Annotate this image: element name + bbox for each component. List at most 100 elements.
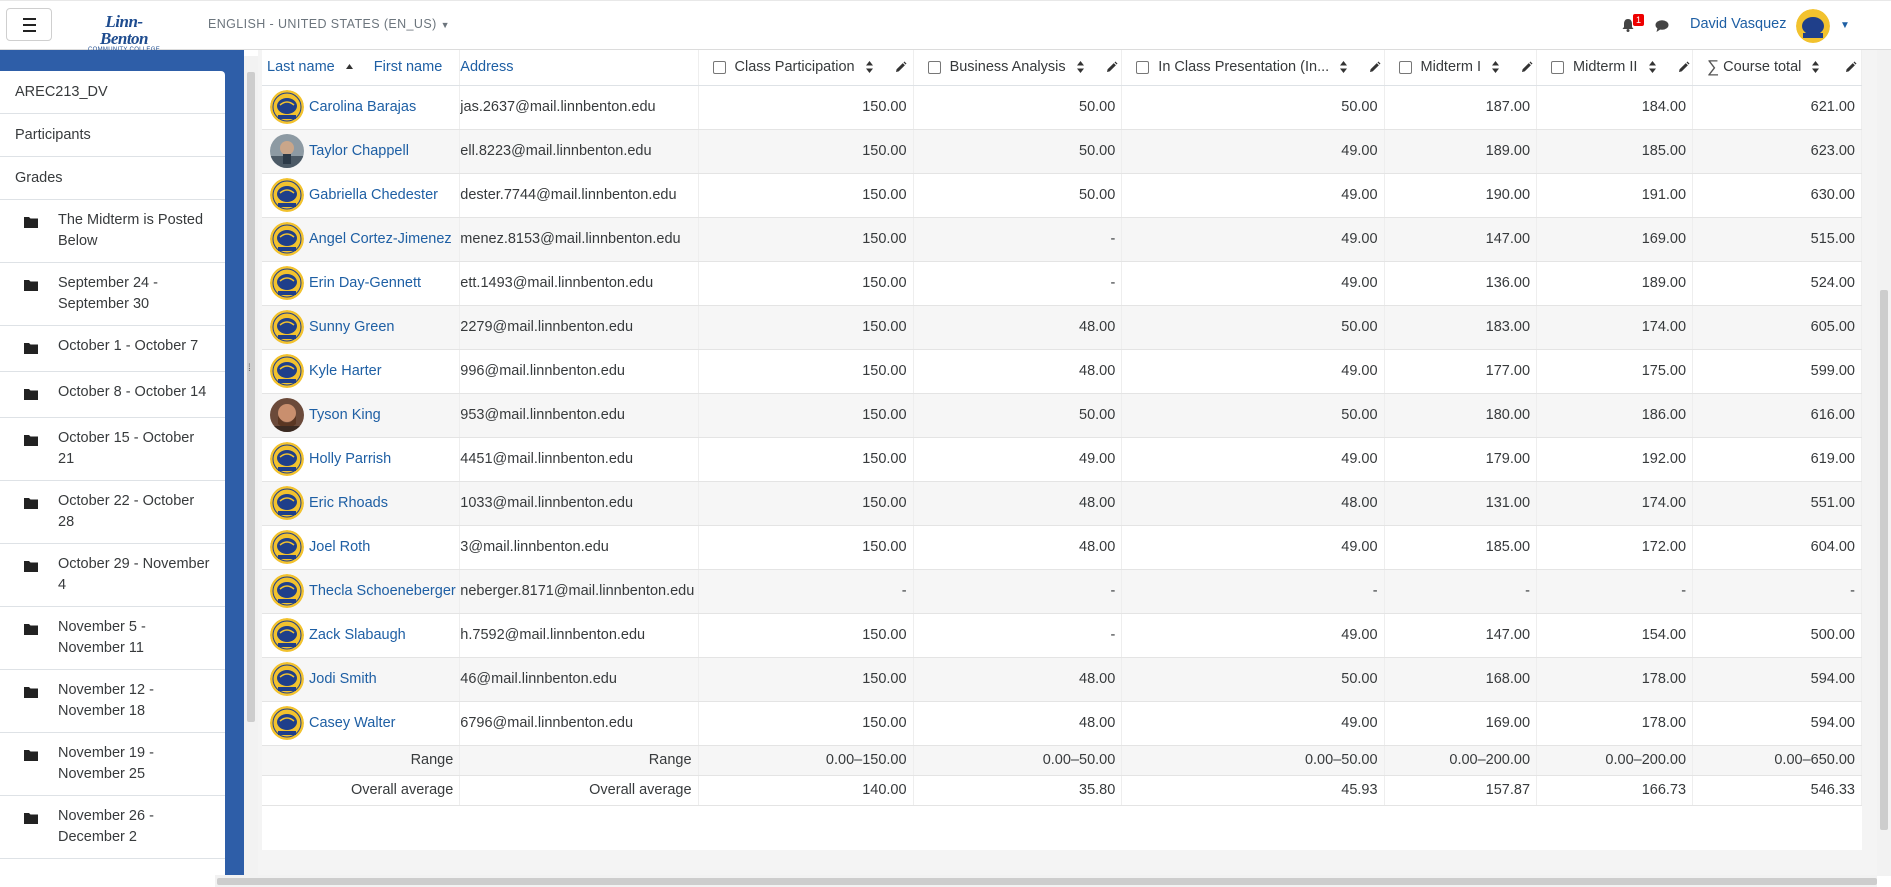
grade-cell[interactable]: 49.00 bbox=[1121, 525, 1385, 570]
student-name-link[interactable]: Kyle Harter bbox=[309, 363, 382, 379]
grade-cell[interactable]: 150.00 bbox=[698, 525, 914, 570]
grade-cell[interactable]: - bbox=[913, 217, 1123, 262]
select-column-checkbox[interactable] bbox=[927, 60, 941, 74]
student-name-link[interactable]: Tyson King bbox=[309, 407, 381, 423]
user-avatar[interactable] bbox=[1796, 9, 1830, 43]
student-avatar[interactable] bbox=[270, 706, 304, 740]
menu-toggle-button[interactable] bbox=[6, 8, 52, 41]
student-avatar[interactable] bbox=[270, 310, 304, 344]
grade-cell[interactable]: 48.00 bbox=[913, 525, 1123, 570]
grade-cell[interactable]: 48.00 bbox=[913, 657, 1123, 702]
nav-section-item[interactable]: October 8 - October 14 bbox=[0, 372, 225, 418]
select-column-checkbox[interactable] bbox=[1551, 60, 1565, 74]
grade-cell[interactable]: 49.00 bbox=[913, 437, 1123, 482]
grade-cell[interactable]: 191.00 bbox=[1536, 173, 1694, 218]
sort-icon[interactable] bbox=[1076, 60, 1085, 74]
horizontal-scrollbar[interactable] bbox=[215, 875, 1877, 887]
nav-course[interactable]: AREC213_DV bbox=[0, 71, 225, 114]
grade-cell[interactable]: 186.00 bbox=[1536, 393, 1694, 438]
grade-cell[interactable]: 621.00 bbox=[1692, 85, 1862, 130]
student-avatar[interactable] bbox=[270, 662, 304, 696]
grade-cell[interactable]: 49.00 bbox=[1121, 173, 1385, 218]
student-name-link[interactable]: Eric Rhoads bbox=[309, 495, 388, 511]
grade-cell[interactable]: 150.00 bbox=[698, 305, 914, 350]
nav-section-item[interactable]: October 15 - October 21 bbox=[0, 418, 225, 481]
student-avatar[interactable] bbox=[270, 442, 304, 476]
edit-pencil-icon[interactable] bbox=[1677, 61, 1690, 74]
grade-cell[interactable]: 594.00 bbox=[1692, 701, 1862, 746]
select-column-checkbox[interactable] bbox=[712, 60, 726, 74]
grade-cell[interactable]: 50.00 bbox=[913, 85, 1123, 130]
sort-email-link[interactable]: Address bbox=[460, 59, 513, 75]
column-title[interactable]: In Class Presentation (In... bbox=[1158, 59, 1329, 75]
page-scrollbar[interactable] bbox=[1877, 50, 1891, 876]
nav-section-item[interactable]: November 12 - November 18 bbox=[0, 670, 225, 733]
nav-section-item[interactable]: September 24 - September 30 bbox=[0, 263, 225, 326]
nav-section-item[interactable]: October 22 - October 28 bbox=[0, 481, 225, 544]
student-name-link[interactable]: Joel Roth bbox=[309, 539, 370, 555]
grade-cell[interactable]: 175.00 bbox=[1536, 349, 1694, 394]
grade-cell[interactable]: 150.00 bbox=[698, 85, 914, 130]
grade-cell[interactable]: 50.00 bbox=[1121, 85, 1385, 130]
grade-cell[interactable]: 185.00 bbox=[1536, 129, 1694, 174]
grade-cell[interactable]: 187.00 bbox=[1384, 85, 1538, 130]
grade-cell[interactable]: 616.00 bbox=[1692, 393, 1862, 438]
grade-cell[interactable]: 49.00 bbox=[1121, 437, 1385, 482]
grade-cell[interactable]: 599.00 bbox=[1692, 349, 1862, 394]
grade-cell[interactable]: 49.00 bbox=[1121, 349, 1385, 394]
grade-cell[interactable]: 174.00 bbox=[1536, 481, 1694, 526]
grade-cell[interactable]: 515.00 bbox=[1692, 217, 1862, 262]
nav-section-item[interactable]: November 26 - December 2 bbox=[0, 796, 225, 859]
grade-cell[interactable]: 168.00 bbox=[1384, 657, 1538, 702]
student-name-link[interactable]: Gabriella Chedester bbox=[309, 187, 438, 203]
grade-cell[interactable]: 49.00 bbox=[1121, 613, 1385, 658]
grade-cell[interactable]: 147.00 bbox=[1384, 613, 1538, 658]
grade-cell[interactable]: 150.00 bbox=[698, 393, 914, 438]
message-icon[interactable] bbox=[1654, 18, 1670, 34]
grade-cell[interactable]: 623.00 bbox=[1692, 129, 1862, 174]
nav-section-item[interactable]: The Midterm is Posted Below bbox=[0, 200, 225, 263]
student-avatar[interactable] bbox=[270, 530, 304, 564]
grade-cell[interactable]: 147.00 bbox=[1384, 217, 1538, 262]
grade-cell[interactable]: 594.00 bbox=[1692, 657, 1862, 702]
student-name-link[interactable]: Jodi Smith bbox=[309, 671, 377, 687]
grade-cell[interactable]: - bbox=[913, 613, 1123, 658]
grade-cell[interactable]: 169.00 bbox=[1536, 217, 1694, 262]
grade-cell[interactable]: 174.00 bbox=[1536, 305, 1694, 350]
grade-cell[interactable]: 50.00 bbox=[1121, 393, 1385, 438]
grade-cell[interactable]: 150.00 bbox=[698, 217, 914, 262]
grade-cell[interactable]: - bbox=[913, 261, 1123, 306]
grade-cell[interactable]: 50.00 bbox=[913, 129, 1123, 174]
column-title[interactable]: Course total bbox=[1723, 59, 1801, 75]
nav-section-item[interactable]: November 5 - November 11 bbox=[0, 607, 225, 670]
grade-cell[interactable]: 630.00 bbox=[1692, 173, 1862, 218]
grade-cell[interactable]: 50.00 bbox=[913, 393, 1123, 438]
student-name-link[interactable]: Erin Day-Gennett bbox=[309, 275, 421, 291]
student-avatar[interactable] bbox=[270, 398, 304, 432]
grade-cell[interactable]: 189.00 bbox=[1536, 261, 1694, 306]
sort-icon[interactable] bbox=[1648, 60, 1657, 74]
grade-cell[interactable]: - bbox=[698, 569, 914, 614]
grade-cell[interactable]: 524.00 bbox=[1692, 261, 1862, 306]
user-caret-icon[interactable]: ▼ bbox=[1840, 20, 1850, 31]
grade-cell[interactable]: 190.00 bbox=[1384, 173, 1538, 218]
student-avatar[interactable] bbox=[270, 486, 304, 520]
student-name-link[interactable]: Carolina Barajas bbox=[309, 99, 416, 115]
sort-first-name-link[interactable]: First name bbox=[374, 59, 443, 75]
grade-cell[interactable]: 189.00 bbox=[1384, 129, 1538, 174]
grade-cell[interactable]: 619.00 bbox=[1692, 437, 1862, 482]
grade-cell[interactable]: - bbox=[1692, 569, 1862, 614]
grade-cell[interactable]: 150.00 bbox=[698, 129, 914, 174]
student-name-link[interactable]: Zack Slabaugh bbox=[309, 627, 406, 643]
site-logo[interactable]: Linn-Benton COMMUNITY COLLEGE bbox=[84, 13, 164, 53]
grade-cell[interactable]: 150.00 bbox=[698, 261, 914, 306]
student-name-link[interactable]: Holly Parrish bbox=[309, 451, 391, 467]
select-column-checkbox[interactable] bbox=[1136, 60, 1150, 74]
grade-cell[interactable]: 183.00 bbox=[1384, 305, 1538, 350]
grade-cell[interactable]: 49.00 bbox=[1121, 129, 1385, 174]
user-menu-name[interactable]: David Vasquez bbox=[1690, 16, 1786, 32]
column-title[interactable]: Business Analysis bbox=[950, 59, 1066, 75]
grade-cell[interactable]: - bbox=[1121, 569, 1385, 614]
edit-pencil-icon[interactable] bbox=[1520, 61, 1533, 74]
grade-cell[interactable]: - bbox=[1384, 569, 1538, 614]
